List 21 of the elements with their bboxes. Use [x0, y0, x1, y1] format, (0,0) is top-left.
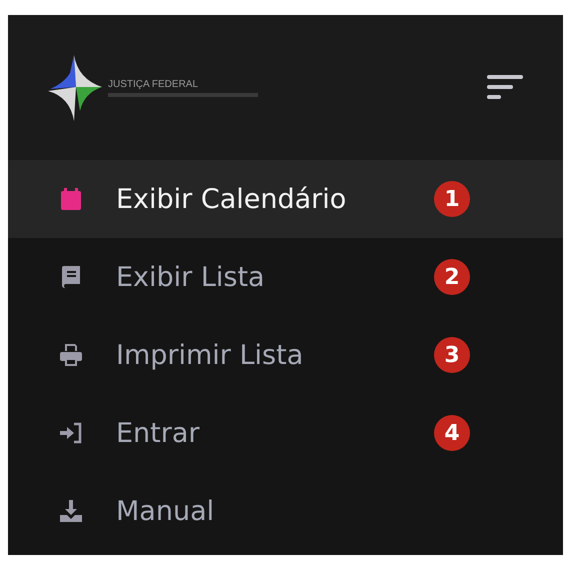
menu-icon[interactable]	[487, 74, 523, 100]
menu-item[interactable]: Exibir Lista 2	[8, 238, 563, 316]
count-badge: 4	[434, 415, 470, 451]
menu-label: Entrar	[116, 418, 200, 448]
menu-label: Exibir Lista	[116, 262, 265, 292]
printer-icon	[60, 344, 82, 366]
download-icon	[60, 500, 82, 522]
book-icon	[60, 266, 82, 288]
menu-label: Exibir Calendário	[116, 184, 346, 214]
count-badge: 1	[434, 181, 470, 217]
menu-item[interactable]: Exibir Calendário 1	[8, 160, 563, 238]
menu-item[interactable]: Entrar 4	[8, 394, 563, 472]
count-badge: 3	[434, 337, 470, 373]
menu-label: Manual	[116, 496, 214, 526]
calendar-icon	[60, 188, 82, 210]
menu-item[interactable]: Manual	[8, 472, 563, 550]
menu-label: Imprimir Lista	[116, 340, 304, 370]
logo-title: JUSTIÇA FEDERAL	[108, 78, 200, 90]
menu-item[interactable]: Imprimir Lista 3	[8, 316, 563, 394]
sign-in-icon	[60, 422, 82, 444]
count-badge: 2	[434, 259, 470, 295]
